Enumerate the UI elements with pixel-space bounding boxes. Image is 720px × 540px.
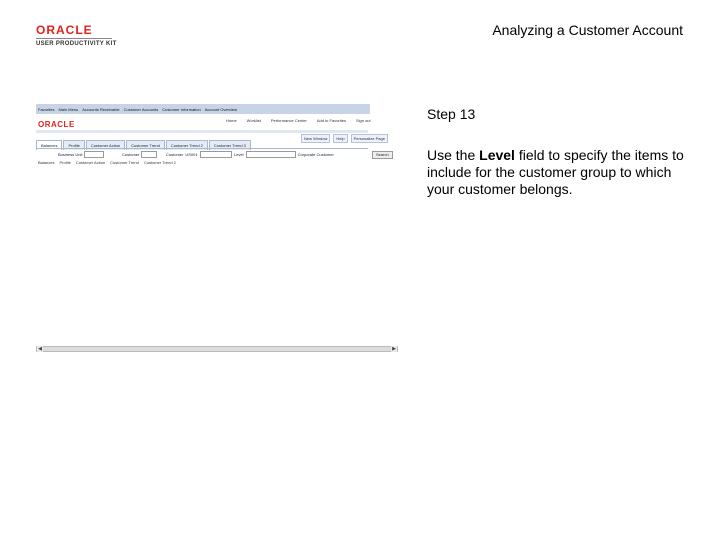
subtab-customer-trend[interactable]: Customer Trend — [110, 160, 139, 165]
help-link[interactable]: Help — [333, 134, 348, 143]
customer-id-input[interactable] — [141, 151, 158, 158]
instruction-field-name: Level — [479, 147, 515, 163]
header-link-performance[interactable]: Performance Center — [271, 118, 307, 123]
search-fields: Business Unit Customer Customer US001 Le… — [38, 151, 394, 159]
instruction-before: Use the — [427, 147, 480, 163]
corporate-value[interactable]: US001 — [185, 152, 197, 157]
level-link[interactable]: Level — [234, 152, 244, 157]
breadcrumb-item[interactable]: Main Menu — [58, 107, 78, 112]
business-unit-input[interactable] — [84, 151, 105, 158]
level-value: Corporate Customer — [297, 152, 334, 157]
new-window-link[interactable]: New Window — [301, 134, 331, 143]
oracle-upk-logo: ORACLE USER PRODUCTIVITY KIT — [36, 24, 126, 47]
breadcrumb-item[interactable]: Customer Information — [162, 107, 200, 112]
breadcrumb-item[interactable]: Account Overview — [205, 107, 237, 112]
business-unit-label: Business Unit — [58, 152, 83, 157]
horizontal-scrollbar[interactable]: ◀ ▶ — [36, 346, 398, 352]
breadcrumb-item[interactable]: Favorites — [38, 107, 54, 112]
logo-subtitle: USER PRODUCTIVITY KIT — [36, 41, 117, 47]
header-link-signout[interactable]: Sign out — [356, 118, 371, 123]
header-band — [36, 130, 368, 133]
sub-tabs: Balances Profile Customer Action Custome… — [38, 160, 176, 165]
customer-id-field: Customer — [122, 151, 158, 158]
tab-divider — [36, 148, 368, 149]
breadcrumb-bar: Favorites Main Menu Accounts Receivable … — [36, 104, 370, 114]
subtab-profile[interactable]: Profile — [59, 160, 70, 165]
corporate-field: Customer US001 — [166, 151, 232, 158]
subtab-customer-trend-2[interactable]: Customer Trend 2 — [144, 160, 176, 165]
subtab-customer-action[interactable]: Customer Action — [76, 160, 105, 165]
corporate-label: Customer — [166, 152, 184, 157]
business-unit-field: Business Unit — [58, 151, 105, 158]
personalize-link[interactable]: Personalize Page — [350, 134, 388, 143]
header-link-favorites[interactable]: Add to Favorites — [317, 118, 346, 123]
logo-brand: ORACLE — [36, 23, 93, 37]
scroll-left-icon[interactable]: ◀ — [37, 346, 43, 352]
header-links: Home Worklist Performance Center Add to … — [226, 118, 371, 123]
page-links: New Window Help Personalize Page — [301, 134, 388, 143]
step-instruction: Use the Level field to specify the items… — [427, 147, 687, 198]
level-field: Level Corporate Customer — [234, 151, 334, 158]
subtab-balances[interactable]: Balances — [38, 160, 54, 165]
corporate-input[interactable] — [199, 151, 232, 158]
header-link-worklist[interactable]: Worklist — [247, 118, 261, 123]
search-button-wrap: Search — [372, 151, 393, 159]
search-button[interactable]: Search — [372, 151, 393, 159]
step-number: Step 13 — [427, 106, 476, 122]
scroll-right-icon[interactable]: ▶ — [391, 346, 397, 352]
header-link-home[interactable]: Home — [226, 118, 237, 123]
document-title: Analyzing a Customer Account — [492, 22, 683, 38]
app-logo: ORACLE — [38, 120, 75, 129]
embedded-screenshot: Favorites Main Menu Accounts Receivable … — [36, 104, 398, 354]
customer-id-label: Customer — [122, 152, 140, 157]
breadcrumb-item[interactable]: Accounts Receivable — [82, 107, 119, 112]
breadcrumb-item[interactable]: Customer Accounts — [124, 107, 159, 112]
level-select[interactable] — [245, 151, 296, 158]
logo-rule — [36, 38, 112, 39]
